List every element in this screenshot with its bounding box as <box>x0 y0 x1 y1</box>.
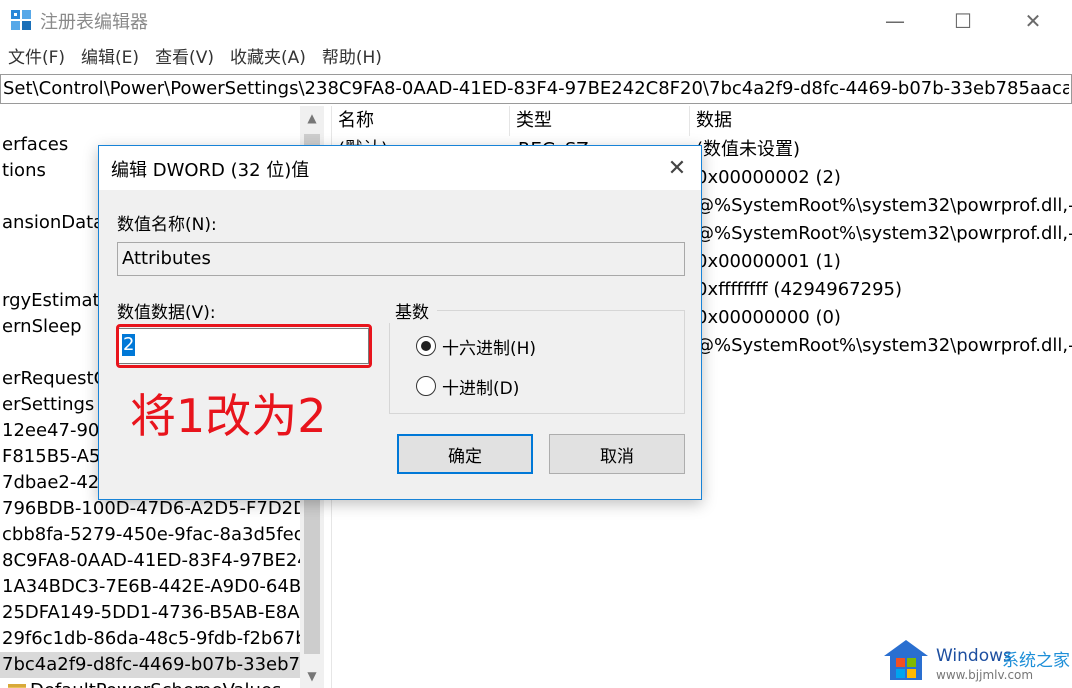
minimize-icon: — <box>885 9 905 33</box>
tree-item-label: erfaces <box>2 134 69 155</box>
dialog-close-button[interactable]: ✕ <box>653 146 701 190</box>
column-type-header[interactable]: 类型 <box>510 106 690 136</box>
cell-data: @%SystemRoot%\system32\powrprof.dll,- <box>696 223 1072 244</box>
menu-item-3[interactable]: 收藏夹(A) <box>222 44 314 72</box>
tree-item[interactable]: DefaultPowerSchemeValues <box>0 678 300 688</box>
close-icon: ✕ <box>667 155 687 181</box>
cancel-button[interactable]: 取消 <box>549 434 685 474</box>
radix-hex-label: 十六进制(H) <box>442 338 537 359</box>
cell-data: 0xffffffff (4294967295) <box>696 279 902 300</box>
radix-hex-option[interactable]: 十六进制(H) <box>416 333 536 359</box>
folder-icon <box>8 684 26 688</box>
radix-group: 十六进制(H) 十进制(D) <box>389 310 685 414</box>
cell-data: 0x00000000 (0) <box>696 307 841 328</box>
annotation-highlight-box <box>116 324 372 368</box>
column-name-header[interactable]: 名称 <box>332 106 510 136</box>
close-icon: ✕ <box>1024 9 1042 33</box>
tree-item-label: 29f6c1db-86da-48c5-9fdb-f2b67b1f44da <box>2 628 300 649</box>
tree-item-label: 8C9FA8-0AAD-41ED-83F4-97BE242C8F20 <box>2 550 300 571</box>
site-watermark: Windows 系统之家 www.bjjmlv.com <box>882 638 1072 688</box>
tree-item-label: ernSleep <box>2 316 82 337</box>
radix-label: 基数 <box>389 298 437 323</box>
maximize-button[interactable]: ☐ <box>930 0 996 42</box>
menu-item-0[interactable]: 文件(F) <box>0 44 73 72</box>
tree-item-label: 796BDB-100D-47D6-A2D5-F7D2DAA51F51 <box>2 498 300 519</box>
address-bar[interactable]: Set\Control\Power\PowerSettings\238C9FA8… <box>0 74 1072 104</box>
tree-item[interactable]: 8C9FA8-0AAD-41ED-83F4-97BE242C8F20 <box>0 548 300 574</box>
menu-item-2[interactable]: 查看(V) <box>147 44 222 72</box>
radio-unchecked-icon <box>416 376 436 396</box>
list-header: 名称 类型 数据 <box>332 106 1072 136</box>
close-button[interactable]: ✕ <box>1000 0 1066 42</box>
cell-data: @%SystemRoot%\system32\powrprof.dll,- <box>696 335 1072 356</box>
watermark-brand: Windows <box>936 646 1012 666</box>
tree-item-label: cbb8fa-5279-450e-9fac-8a3d5fedd0c1 <box>2 524 300 545</box>
tree-item-label: 1A34BDC3-7E6B-442E-A9D0-64B6EF378E84 <box>2 576 300 597</box>
windows-logo-icon <box>884 640 928 680</box>
tree-item[interactable]: 1A34BDC3-7E6B-442E-A9D0-64B6EF378E84 <box>0 574 300 600</box>
radix-dec-option[interactable]: 十进制(D) <box>416 373 519 399</box>
annotation-text: 将1改为2 <box>130 389 327 443</box>
minimize-button[interactable]: — <box>862 0 928 42</box>
maximize-icon: ☐ <box>954 9 972 33</box>
dialog-title: 编辑 DWORD (32 位)值 <box>111 160 310 181</box>
tree-item[interactable]: cbb8fa-5279-450e-9fac-8a3d5fedd0c1 <box>0 522 300 548</box>
column-data-header[interactable]: 数据 <box>690 106 1072 136</box>
tree-item[interactable]: 25DFA149-5DD1-4736-B5AB-E8A37B5B8187 <box>0 600 300 626</box>
menu-bar: 文件(F) 编辑(E) 查看(V) 收藏夹(A) 帮助(H) <box>0 44 390 72</box>
ok-button[interactable]: 确定 <box>397 434 533 474</box>
tree-item-label: 25DFA149-5DD1-4736-B5AB-E8A37B5B8187 <box>2 602 300 623</box>
radix-dec-label: 十进制(D) <box>442 378 520 399</box>
tree-item-label: 7bc4a2f9-d8fc-4469-b07b-33eb785aaca0 <box>2 654 300 675</box>
regedit-app-icon <box>11 10 31 30</box>
value-name-field: Attributes <box>117 242 685 276</box>
address-path: Set\Control\Power\PowerSettings\238C9FA8… <box>3 78 1069 99</box>
window-title: 注册表编辑器 <box>40 12 148 33</box>
cell-data: (数值未设置) <box>696 139 801 160</box>
scroll-down-icon[interactable]: ▼ <box>300 664 324 688</box>
edit-dword-dialog: 编辑 DWORD (32 位)值 ✕ 数值名称(N): Attributes 数… <box>98 145 702 500</box>
title-bar: 注册表编辑器 — ☐ ✕ <box>0 0 1072 42</box>
value-data-label: 数值数据(V): <box>117 303 216 323</box>
cell-data: 0x00000002 (2) <box>696 167 841 188</box>
watermark-url: www.bjjmlv.com <box>936 668 1034 682</box>
menu-item-4[interactable]: 帮助(H) <box>314 44 390 72</box>
cell-data: 0x00000001 (1) <box>696 251 841 272</box>
tree-item-label: tions <box>2 160 46 181</box>
radio-checked-icon <box>416 336 436 356</box>
tree-item[interactable]: 29f6c1db-86da-48c5-9fdb-f2b67b1f44da <box>0 626 300 652</box>
scroll-up-icon[interactable]: ▲ <box>300 106 324 130</box>
tree-item-label: DefaultPowerSchemeValues <box>30 680 281 688</box>
value-name-label: 数值名称(N): <box>117 215 217 235</box>
menu-item-1[interactable]: 编辑(E) <box>73 44 147 72</box>
tree-item-label: erSettings <box>2 394 95 415</box>
cell-data: @%SystemRoot%\system32\powrprof.dll,- <box>696 195 1072 216</box>
tree-item[interactable]: 7bc4a2f9-d8fc-4469-b07b-33eb785aaca0 <box>0 652 300 678</box>
